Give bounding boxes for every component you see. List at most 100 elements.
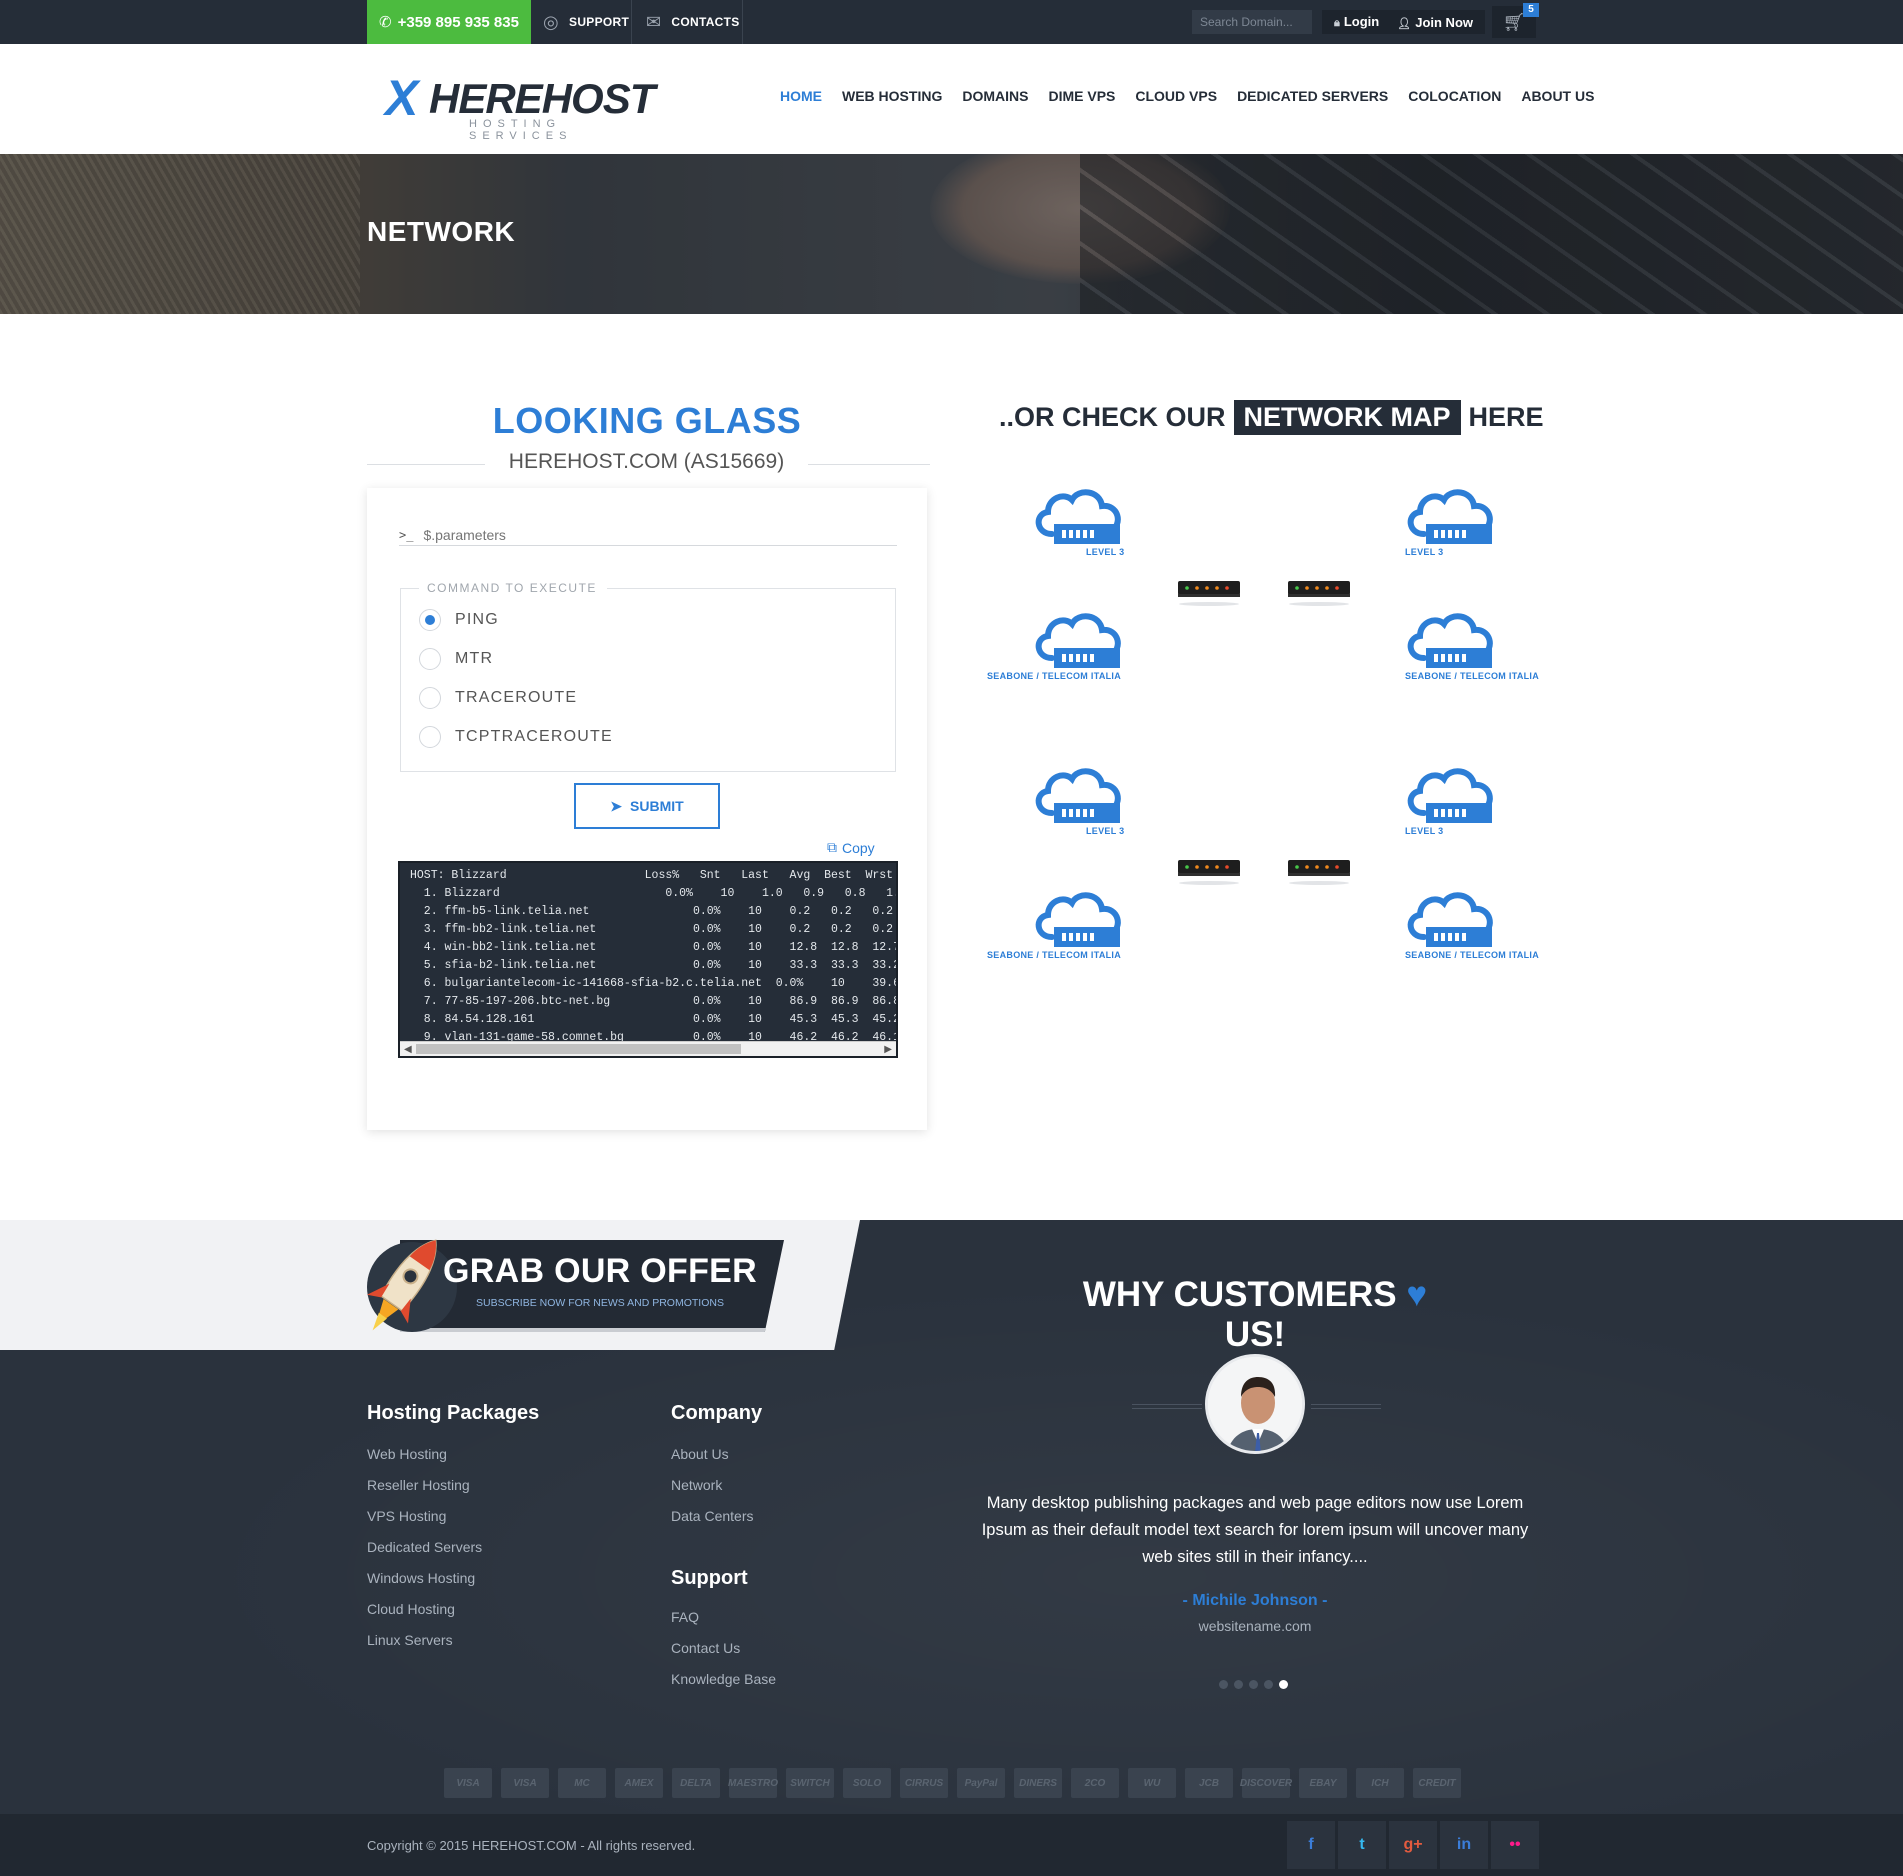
command-label: TRACEROUTE (455, 689, 578, 706)
footer-link[interactable]: Data Centers (671, 1508, 753, 1524)
join-label: Join Now (1415, 14, 1473, 30)
top-bar: ✆ +359 895 935 835 ◎ SUPPORT ✉ CONTACTS … (0, 0, 1903, 44)
looking-glass-card: >_ COMMAND TO EXECUTE PING MTR TRACEROUT… (367, 488, 927, 1130)
footer-link[interactable]: FAQ (671, 1609, 699, 1625)
command-option-traceroute[interactable]: TRACEROUTE (419, 687, 577, 709)
scroll-left-icon[interactable]: ◀ (404, 1042, 412, 1056)
footer-link[interactable]: About Us (671, 1446, 729, 1462)
footer-link[interactable]: Web Hosting (367, 1446, 447, 1462)
parameters-field: >_ (399, 524, 897, 546)
divider (631, 0, 632, 44)
router-icon (1177, 578, 1241, 608)
footer-link[interactable]: Windows Hosting (367, 1570, 475, 1586)
nav-cloud-vps[interactable]: CLOUD VPS (1135, 88, 1217, 104)
carousel-dots (1219, 1680, 1288, 1689)
page-title: NETWORK (367, 216, 516, 247)
offer-title: GRAB OUR OFFER (443, 1252, 757, 1290)
google-plus-icon[interactable]: g+ (1389, 1821, 1437, 1869)
payment-method-icon: PayPal (957, 1768, 1005, 1798)
divider (367, 464, 485, 465)
login-link[interactable]: 🔒︎ Login (1334, 14, 1379, 30)
payment-method-icon: DISCOVER (1240, 1768, 1292, 1798)
horizontal-scrollbar[interactable]: ◀ ▶ (400, 1041, 896, 1056)
contacts-link[interactable]: ✉ CONTACTS (646, 0, 740, 44)
footer-link[interactable]: VPS Hosting (367, 1508, 446, 1524)
domain-search-input[interactable] (1192, 10, 1312, 34)
radio-button[interactable] (419, 648, 441, 670)
command-option-ping[interactable]: PING (419, 609, 499, 631)
lock-icon: 🔒︎ (1334, 17, 1340, 29)
support-link[interactable]: ◎ SUPPORT (543, 0, 629, 44)
network-map-link[interactable]: NETWORK MAP (1233, 400, 1461, 435)
logo-mark: X (385, 70, 419, 126)
command-fieldset: COMMAND TO EXECUTE PING MTR TRACEROUTE T… (400, 581, 896, 772)
divider (1132, 1404, 1202, 1409)
why-title-post: US! (1224, 1315, 1286, 1354)
phone-number: +359 895 935 835 (397, 13, 519, 31)
logo-tagline: HOSTING SERVICES (469, 118, 573, 142)
radio-button[interactable] (419, 687, 441, 709)
command-label: TCPTRACEROUTE (455, 728, 613, 745)
carousel-dot[interactable] (1279, 1680, 1288, 1689)
flickr-icon[interactable]: •• (1491, 1821, 1539, 1869)
nav-colocation[interactable]: COLOCATION (1408, 88, 1501, 104)
payment-method-icon: MAESTRO (728, 1768, 778, 1798)
join-link[interactable]: 👤︎ Join Now (1397, 15, 1473, 30)
user-icon: 👤︎ (1397, 17, 1412, 30)
command-output[interactable]: HOST: Blizzard Loss% Snt Last Avg Best W… (398, 861, 898, 1058)
submit-button[interactable]: ➤ SUBMIT (574, 783, 720, 829)
radio-button[interactable] (419, 726, 441, 748)
looking-glass-subtitle: HEREHOST.COM (AS15669) (508, 450, 785, 473)
radio-button-checked[interactable] (419, 609, 441, 631)
phone-button[interactable]: ✆ +359 895 935 835 (367, 0, 531, 44)
carousel-dot[interactable] (1264, 1680, 1273, 1689)
twitter-icon[interactable]: t (1338, 1821, 1386, 1869)
network-node-label: SEABONE / TELECOM ITALIA (1405, 950, 1540, 960)
carousel-dot[interactable] (1249, 1680, 1258, 1689)
command-option-tcptraceroute[interactable]: TCPTRACEROUTE (419, 726, 613, 748)
payment-method-icon: 2CO (1071, 1768, 1119, 1798)
scroll-right-icon[interactable]: ▶ (884, 1042, 892, 1056)
testimonial-text: Many desktop publishing packages and web… (981, 1494, 1529, 1566)
scrollbar-thumb[interactable] (416, 1044, 741, 1054)
carousel-dot[interactable] (1219, 1680, 1228, 1689)
nav-web-hosting[interactable]: WEB HOSTING (842, 88, 942, 104)
copy-icon: ⧉ (827, 839, 837, 855)
footer-link[interactable]: Reseller Hosting (367, 1477, 470, 1493)
login-label: Login (1343, 14, 1380, 29)
footer-link[interactable]: Dedicated Servers (367, 1539, 482, 1555)
router-icon (1287, 857, 1351, 887)
copyright-text: Copyright © 2015 HEREHOST.COM - All righ… (367, 1838, 696, 1853)
looking-glass-title: LOOKING GLASS (492, 400, 802, 441)
carousel-dot[interactable] (1234, 1680, 1243, 1689)
nav-about-us[interactable]: ABOUT US (1521, 88, 1594, 104)
envelope-icon: ✉ (646, 11, 662, 32)
facebook-icon[interactable]: f (1287, 1821, 1335, 1869)
footer-link[interactable]: Network (671, 1477, 722, 1493)
nav-dime-vps[interactable]: DIME VPS (1048, 88, 1115, 104)
network-node-label: SEABONE / TELECOM ITALIA (987, 950, 1122, 960)
network-node-label: LEVEL 3 (1405, 826, 1444, 836)
linkedin-icon[interactable]: in (1440, 1821, 1488, 1869)
payment-method-icon: AMEX (615, 1768, 663, 1798)
payment-method-icon: SOLO (843, 1768, 891, 1798)
nav-home[interactable]: HOME (780, 88, 822, 104)
nav-domains[interactable]: DOMAINS (962, 88, 1028, 104)
parameters-input[interactable] (423, 526, 824, 543)
support-title: Support (671, 1567, 748, 1589)
bottom-bar (0, 1814, 1903, 1876)
network-node-label: LEVEL 3 (1086, 826, 1125, 836)
copy-button[interactable]: ⧉ Copy (827, 839, 875, 856)
divider (1311, 1404, 1381, 1409)
divider (742, 0, 743, 44)
logo[interactable]: X HEREHOST HOSTING SERVICES (385, 70, 655, 142)
footer-link[interactable]: Cloud Hosting (367, 1601, 455, 1617)
footer-link[interactable]: Linux Servers (367, 1632, 453, 1648)
nav-dedicated-servers[interactable]: DEDICATED SERVERS (1237, 88, 1388, 104)
network-node-label: LEVEL 3 (1405, 547, 1444, 557)
footer-link[interactable]: Contact Us (671, 1640, 740, 1656)
copy-label: Copy (842, 839, 875, 856)
command-option-mtr[interactable]: MTR (419, 648, 493, 670)
footer-link[interactable]: Knowledge Base (671, 1671, 776, 1687)
logo-text: HEREHOST (429, 75, 655, 122)
